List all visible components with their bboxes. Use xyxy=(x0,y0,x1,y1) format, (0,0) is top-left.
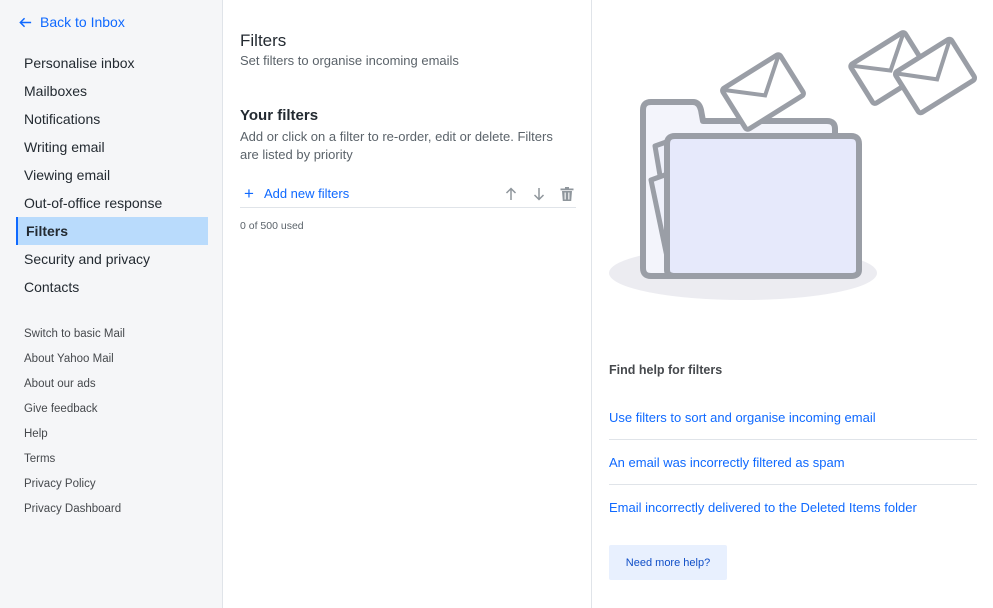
settings-nav: Personalise inbox Mailboxes Notification… xyxy=(16,49,208,301)
link-privacy-dashboard[interactable]: Privacy Dashboard xyxy=(24,497,125,522)
sidebar-item-writing-email[interactable]: Writing email xyxy=(16,133,208,161)
arrow-up-icon[interactable] xyxy=(502,185,520,203)
help-link-sort-organise[interactable]: Use filters to sort and organise incomin… xyxy=(609,395,977,440)
sidebar-item-personalise-inbox[interactable]: Personalise inbox xyxy=(16,49,208,77)
back-to-inbox-label: Back to Inbox xyxy=(40,14,125,30)
link-terms[interactable]: Terms xyxy=(24,447,125,472)
filters-pane: Filters Set filters to organise incoming… xyxy=(224,0,592,608)
sidebar-item-viewing-email[interactable]: Viewing email xyxy=(16,161,208,189)
sidebar-item-mailboxes[interactable]: Mailboxes xyxy=(16,77,208,105)
link-about-yahoo-mail[interactable]: About Yahoo Mail xyxy=(24,347,125,372)
add-new-filters-button[interactable]: + Add new filters xyxy=(240,183,350,203)
section-description: Add or click on a filter to re-order, ed… xyxy=(240,129,553,162)
secondary-links: Switch to basic Mail About Yahoo Mail Ab… xyxy=(24,322,125,522)
arrow-left-icon xyxy=(19,17,32,27)
help-pane: Find help for filters Use filters to sor… xyxy=(593,0,993,608)
folder-envelopes-illustration xyxy=(609,30,978,300)
add-new-filters-label: Add new filters xyxy=(263,186,350,201)
section-title: Your filters xyxy=(240,107,319,124)
page-subtitle: Set filters to organise incoming emails xyxy=(240,53,459,68)
sidebar-item-filters[interactable]: Filters xyxy=(16,217,208,245)
plus-icon: + xyxy=(244,183,254,203)
filters-used-count: 0 of 500 used xyxy=(240,220,304,232)
help-links: Use filters to sort and organise incomin… xyxy=(609,395,977,530)
link-privacy-policy[interactable]: Privacy Policy xyxy=(24,472,125,497)
need-more-help-button[interactable]: Need more help? xyxy=(609,545,727,580)
page-title: Filters xyxy=(240,31,287,50)
link-switch-basic-mail[interactable]: Switch to basic Mail xyxy=(24,322,125,347)
settings-sidebar: Back to Inbox Personalise inbox Mailboxe… xyxy=(0,0,223,608)
sidebar-item-notifications[interactable]: Notifications xyxy=(16,105,208,133)
link-help[interactable]: Help xyxy=(24,422,125,447)
filter-tools xyxy=(502,185,576,203)
help-title: Find help for filters xyxy=(609,363,723,377)
arrow-down-icon[interactable] xyxy=(530,185,548,203)
link-about-ads[interactable]: About our ads xyxy=(24,372,125,397)
back-to-inbox-link[interactable]: Back to Inbox xyxy=(18,14,125,30)
link-give-feedback[interactable]: Give feedback xyxy=(24,397,125,422)
trash-icon[interactable] xyxy=(558,185,576,203)
sidebar-item-security-privacy[interactable]: Security and privacy xyxy=(16,245,208,273)
sidebar-item-contacts[interactable]: Contacts xyxy=(16,273,208,301)
filter-toolbar: + Add new filters xyxy=(240,180,576,208)
help-link-deleted-items[interactable]: Email incorrectly delivered to the Delet… xyxy=(609,485,977,530)
help-link-filtered-spam[interactable]: An email was incorrectly filtered as spa… xyxy=(609,440,977,485)
sidebar-item-out-of-office[interactable]: Out-of-office response xyxy=(16,189,208,217)
